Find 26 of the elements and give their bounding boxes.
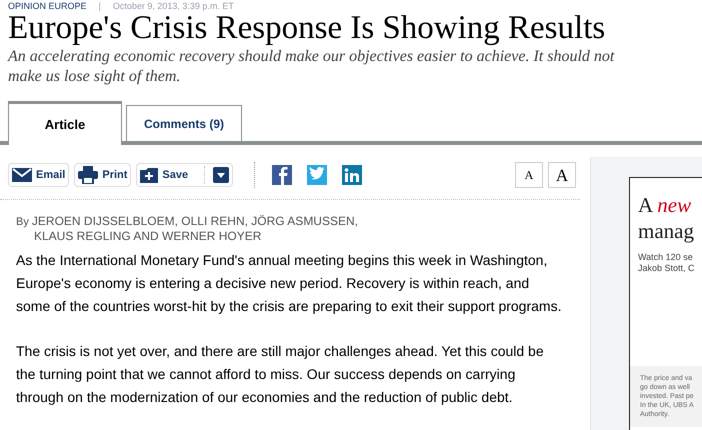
section-label[interactable]: OPINION EUROPE — [8, 0, 87, 10]
tab[interactable]: Article — [8, 101, 122, 145]
bird-icon[interactable] — [306, 165, 328, 185]
ad-text: Jakob Stott, C — [638, 263, 696, 274]
separator: | — [98, 0, 101, 10]
text-size-button[interactable]: A — [548, 162, 576, 188]
facebook-icon[interactable] — [271, 165, 294, 185]
paragraph: As the International Monetary Fund's annual meeting begins this week in Washington, Europe's economy is entering a decisive new period. Recovery is within reach, and some of the countries worst-hit by the crisis are preparing to exit their support programs. — [16, 251, 562, 316]
printer-icon — [78, 166, 98, 184]
ad-headline: A new — [638, 192, 692, 218]
email-button[interactable]: Email — [8, 163, 70, 187]
save-button[interactable]: Save — [136, 163, 234, 187]
date-label: October 9, 2013, 3:39 p.m. ET — [112, 0, 234, 10]
tab[interactable]: Comments (9) — [126, 105, 242, 141]
ad-text: Watch 120 se — [638, 252, 694, 263]
headline: Europe's Crisis Response Is Showing Results — [7, 11, 606, 45]
subheadline: An accelerating economic recovery should make our objectives easier to achieve. It should not make us lose sight of them. — [6, 47, 616, 87]
byline: By JEROEN DIJSSELBLOEM, OLLI REHN, JÖRG ASMUSSEN, KLAUS REGLING AND WERNER HOYER — [15, 214, 359, 243]
plus-folder-icon — [140, 168, 158, 182]
envelope-icon — [12, 168, 32, 182]
dropdown-icon[interactable] — [213, 167, 230, 183]
ad-headline: manag — [638, 218, 695, 244]
linkedin-icon[interactable] — [341, 165, 364, 185]
paragraph: The crisis is not yet over, and there are still major challenges ahead. Yet this could be the turning point that we cannot afford to miss. Our success depends on carrying through on the modernization of our economies and the reduction of public debt. — [16, 342, 545, 407]
print-button[interactable]: Print — [74, 163, 132, 187]
text-size-button[interactable]: A — [515, 162, 543, 188]
